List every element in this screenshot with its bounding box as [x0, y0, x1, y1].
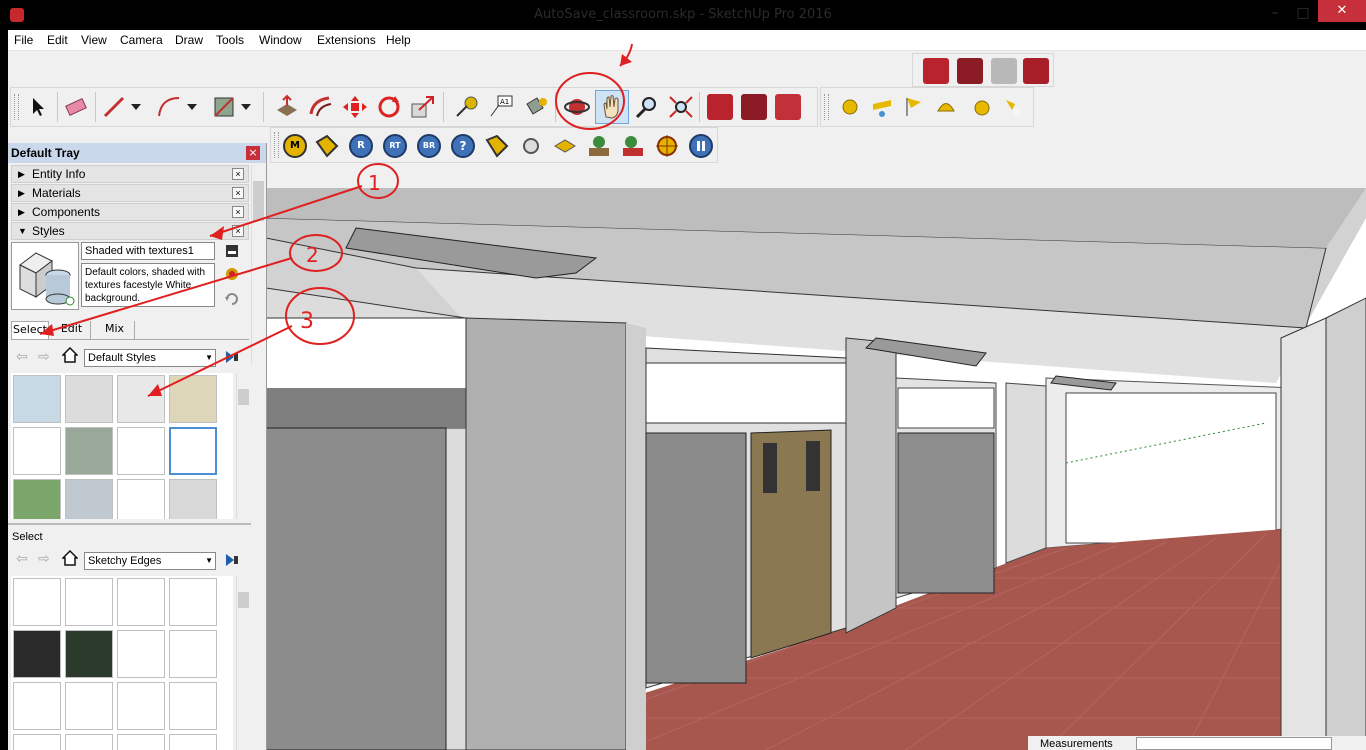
- annotation-overlay: 1 2 3: [39, 43, 633, 397]
- annotation-number-1: 1: [368, 171, 381, 195]
- annotation-number-3: 3: [300, 309, 314, 334]
- annotation-circle-pan: [555, 72, 625, 130]
- annotation-arrow-2: [39, 257, 293, 335]
- annotation-circle-3: [285, 287, 355, 345]
- annotation-number-2: 2: [306, 243, 319, 267]
- annotation-arrow-1: [209, 185, 363, 237]
- annotation-arrow-3: [147, 325, 293, 397]
